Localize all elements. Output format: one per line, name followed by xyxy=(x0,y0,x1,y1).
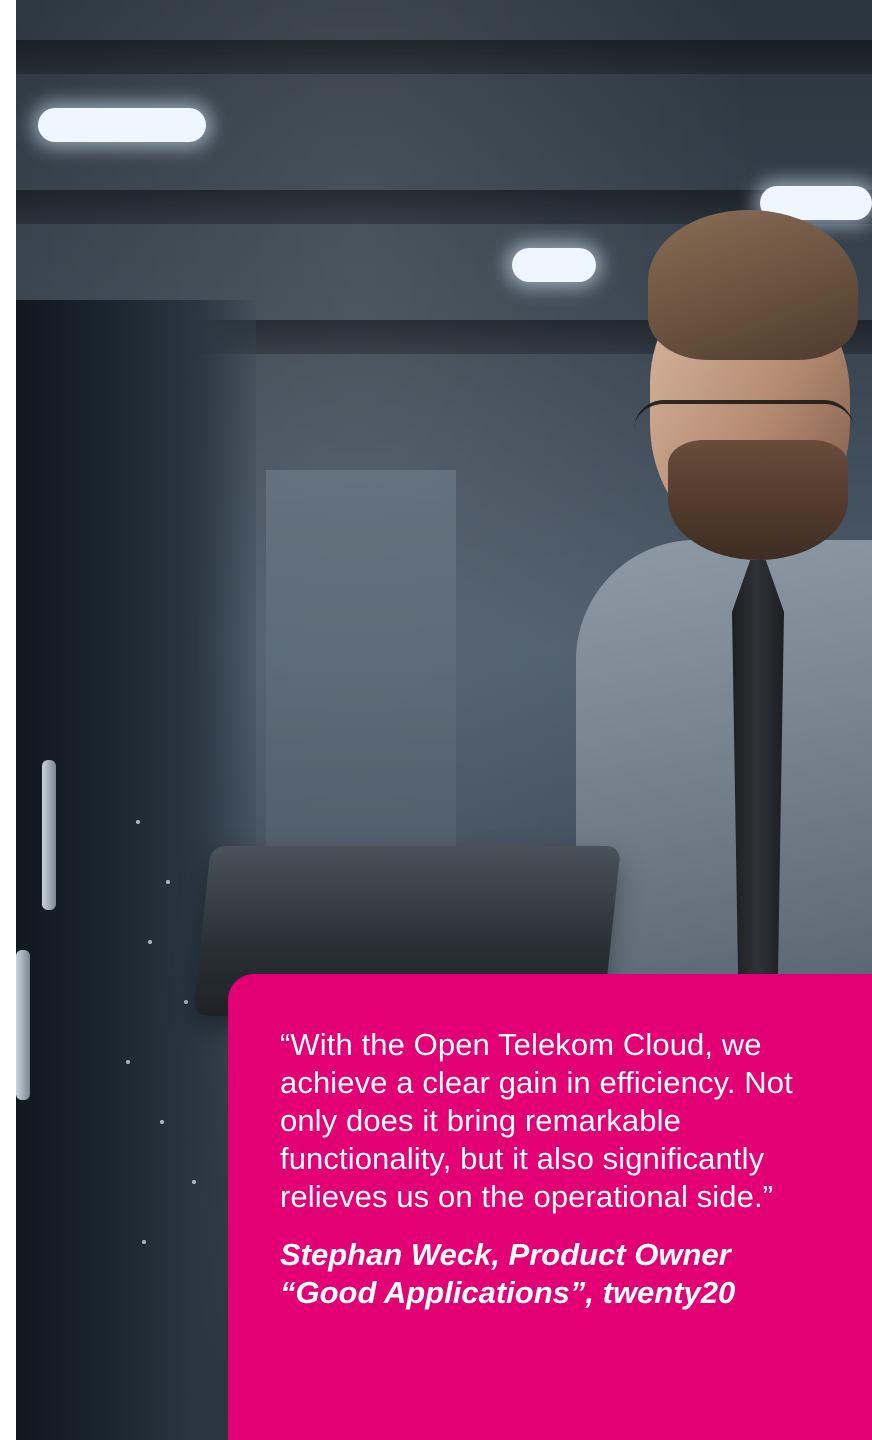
rack-led xyxy=(148,940,152,944)
testimonial-frame: “With the Open Telekom Cloud, we achieve… xyxy=(0,0,872,1440)
rack-led xyxy=(126,1060,130,1064)
rack-handle xyxy=(16,950,30,1100)
ceiling-light xyxy=(38,108,206,142)
person-figure xyxy=(576,200,872,1100)
ceiling-beam xyxy=(16,40,872,74)
rack-led xyxy=(166,880,170,884)
rack-led xyxy=(184,1000,188,1004)
quote-attribution: Stephan Weck, Product Owner “Good Applic… xyxy=(280,1236,822,1312)
attribution-line-2: “Good Applications”, twenty20 xyxy=(280,1275,736,1310)
rack-led xyxy=(192,1180,196,1184)
glasses xyxy=(634,400,854,444)
quote-text: “With the Open Telekom Cloud, we achieve… xyxy=(280,1027,793,1214)
beard xyxy=(668,440,848,560)
rack-handle xyxy=(42,760,56,910)
attribution-line-1: Stephan Weck, Product Owner xyxy=(280,1237,731,1272)
quote-card: “With the Open Telekom Cloud, we achieve… xyxy=(228,974,872,1440)
rack-led xyxy=(136,820,140,824)
hair xyxy=(648,210,858,360)
rack-led xyxy=(142,1240,146,1244)
rack-led xyxy=(160,1120,164,1124)
